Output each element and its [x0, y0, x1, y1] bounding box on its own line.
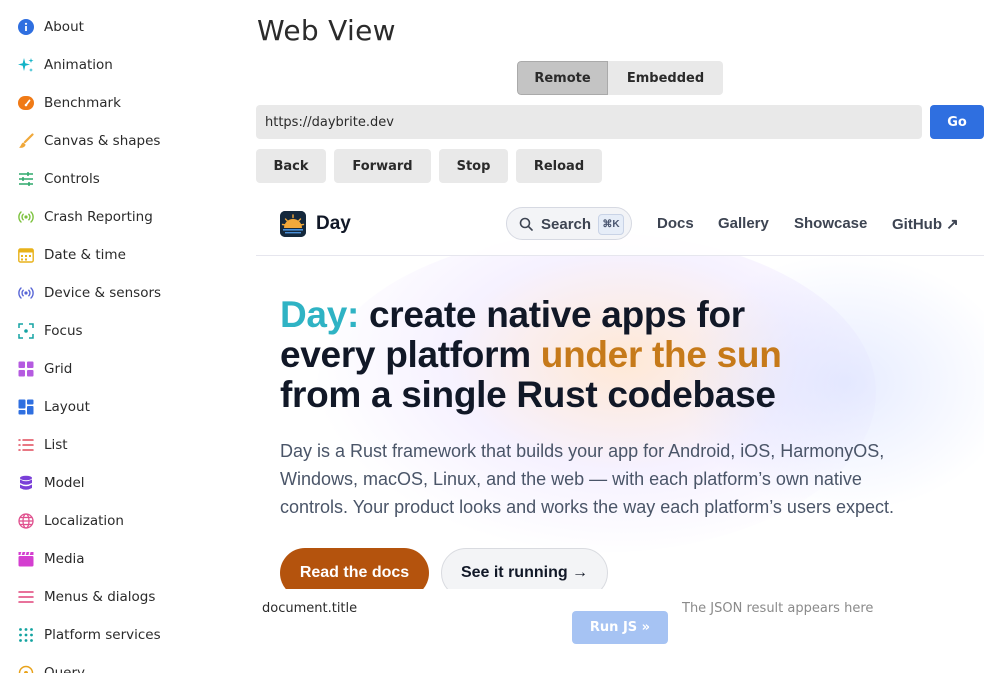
sidebar-item-localization[interactable]: Localization [0, 502, 240, 540]
hero-headline: Day: create native apps for every platfo… [280, 295, 960, 415]
focus-icon [18, 323, 34, 339]
sidebar-item-label: Animation [44, 57, 113, 73]
read-docs-button[interactable]: Read the docs [280, 548, 429, 589]
forward-button[interactable]: Forward [334, 149, 431, 183]
sidebar-item-label: Menus & dialogs [44, 589, 156, 605]
sidebar-item-media[interactable]: Media [0, 540, 240, 578]
query-icon [18, 665, 34, 673]
sidebar-item-label: Focus [44, 323, 83, 339]
sidebar-item-label: Grid [44, 361, 73, 377]
menu-icon [18, 591, 34, 603]
run-js-button[interactable]: Run JS » [572, 611, 668, 644]
sidebar-item-menus-dialogs[interactable]: Menus & dialogs [0, 578, 240, 616]
see-it-running-button[interactable]: See it running → [441, 548, 608, 589]
sidebar-item-controls[interactable]: Controls [0, 160, 240, 198]
search-icon [519, 217, 533, 231]
sidebar-item-label: List [44, 437, 68, 453]
segment-remote[interactable]: Remote [517, 61, 608, 95]
layout-icon [18, 399, 34, 415]
search-label: Search [541, 216, 592, 233]
go-button[interactable]: Go [930, 105, 984, 139]
js-result-text: The JSON result appears here [682, 601, 874, 616]
sidebar-item-label: Controls [44, 171, 100, 187]
site-search-button[interactable]: Search ⌘K [506, 207, 632, 240]
sidebar: About Animation Benchmark Canvas & shape… [0, 0, 240, 673]
sidebar-item-device-sensors[interactable]: Device & sensors [0, 274, 240, 312]
site-brand[interactable]: Day [316, 213, 351, 235]
sidebar-item-animation[interactable]: Animation [0, 46, 240, 84]
clapperboard-icon [18, 551, 34, 567]
sidebar-item-model[interactable]: Model [0, 464, 240, 502]
sidebar-item-date-time[interactable]: Date & time [0, 236, 240, 274]
headline-text-3: from a single Rust codebase [280, 374, 776, 415]
grid-icon [18, 361, 34, 377]
day-logo-icon[interactable] [280, 211, 306, 237]
source-segmented-control: Remote Embedded [517, 61, 723, 95]
search-shortcut-badge: ⌘K [598, 214, 624, 235]
sidebar-item-crash-reporting[interactable]: Crash Reporting [0, 198, 240, 236]
web-view[interactable]: Day Search ⌘K Docs Gallery Showcase GitH… [256, 193, 984, 589]
sidebar-item-label: Layout [44, 399, 90, 415]
sidebar-item-focus[interactable]: Focus [0, 312, 240, 350]
sidebar-item-query[interactable]: Query [0, 654, 240, 673]
back-button[interactable]: Back [256, 149, 326, 183]
sidebar-item-label: Query [44, 665, 86, 673]
calendar-icon [18, 248, 34, 263]
list-icon [18, 439, 34, 451]
segment-embedded[interactable]: Embedded [608, 61, 723, 95]
sparkle-icon [18, 58, 34, 72]
headline-text-2: every platform [280, 334, 541, 375]
sidebar-item-label: Media [44, 551, 85, 567]
sidebar-item-grid[interactable]: Grid [0, 350, 240, 388]
sidebar-item-benchmark[interactable]: Benchmark [0, 84, 240, 122]
headline-brand: Day: [280, 294, 359, 335]
page-title: Web View [257, 14, 396, 47]
sidebar-item-label: Platform services [44, 627, 161, 643]
sensor-icon [18, 287, 34, 299]
sidebar-item-canvas-shapes[interactable]: Canvas & shapes [0, 122, 240, 160]
js-expression-input[interactable]: document.title [262, 601, 357, 616]
broadcast-icon [18, 211, 34, 223]
sidebar-item-label: Crash Reporting [44, 209, 153, 225]
sidebar-item-label: Canvas & shapes [44, 133, 161, 149]
site-header: Day Search ⌘K Docs Gallery Showcase GitH… [256, 193, 984, 256]
sliders-icon [19, 172, 33, 186]
nav-link-github[interactable]: GitHub ↗ [892, 215, 959, 233]
sidebar-item-platform-services[interactable]: Platform services [0, 616, 240, 654]
globe-icon [18, 513, 34, 529]
speedometer-icon [18, 96, 34, 110]
sidebar-item-label: Model [44, 475, 85, 491]
sidebar-item-label: Device & sensors [44, 285, 162, 301]
nav-link-showcase[interactable]: Showcase [794, 215, 867, 232]
reload-button[interactable]: Reload [516, 149, 602, 183]
sidebar-item-label: About [44, 19, 84, 35]
dots-grid-icon [19, 628, 33, 642]
hero-description: Day is a Rust framework that builds your… [280, 441, 894, 517]
info-icon [18, 19, 34, 35]
database-icon [20, 475, 32, 490]
url-input[interactable] [256, 105, 922, 139]
sidebar-item-layout[interactable]: Layout [0, 388, 240, 426]
brush-icon [19, 133, 34, 148]
sidebar-item-label: Benchmark [44, 95, 121, 111]
sidebar-item-list[interactable]: List [0, 426, 240, 464]
sidebar-item-label: Localization [44, 513, 124, 529]
sidebar-item-about[interactable]: About [0, 8, 240, 46]
nav-link-gallery[interactable]: Gallery [718, 215, 769, 232]
nav-link-docs[interactable]: Docs [657, 215, 694, 232]
stop-button[interactable]: Stop [439, 149, 508, 183]
headline-accent: under the sun [540, 334, 782, 375]
sidebar-item-label: Date & time [44, 247, 126, 263]
headline-text-1: create native apps for [359, 294, 745, 335]
